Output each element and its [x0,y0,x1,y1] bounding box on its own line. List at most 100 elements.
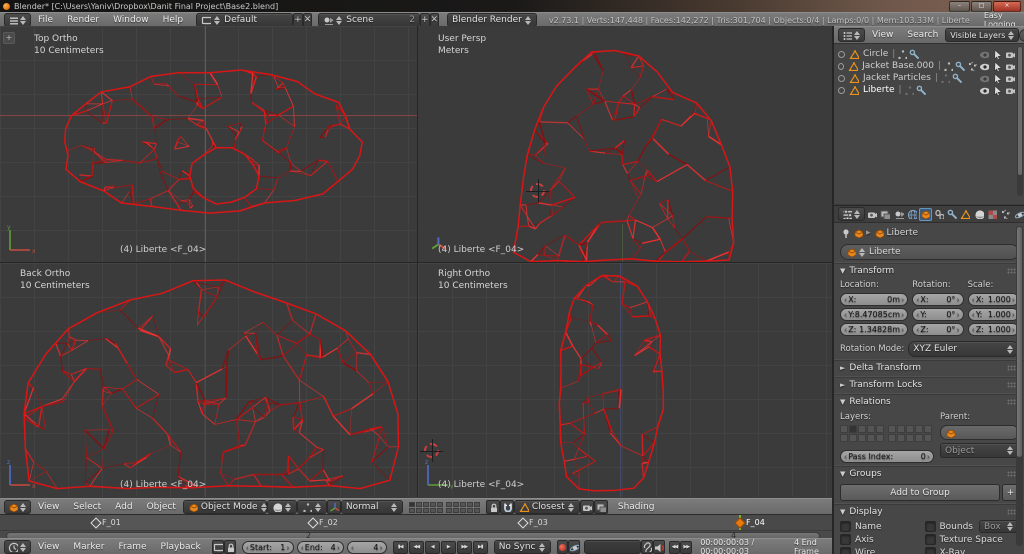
delete-scene-button[interactable]: ✕ [430,13,440,27]
outliner-item-jacket-particles[interactable]: Jacket Particles| [834,72,1024,84]
menu-window[interactable]: Window [106,15,156,25]
mode-selector[interactable]: Object Mode [183,500,267,514]
play-button[interactable]: ▶ [441,541,456,554]
tab-physics[interactable] [1013,208,1024,221]
outliner-item-jacket-base[interactable]: Jacket Base.000| [834,60,1024,72]
axis-checkbox[interactable] [840,534,851,545]
render-opengl-anim-button[interactable] [594,500,608,514]
viewport-top-ortho[interactable]: + Top Ortho 10 Centimeters xy (4) Libert… [0,26,417,262]
scale-x-field[interactable]: X:1.000 [968,293,1019,306]
outliner-filter-selector[interactable]: Visible Layers [945,28,1019,42]
panel-header-groups[interactable]: ▼Groups [834,466,1024,480]
option-name[interactable]: Name [840,520,921,533]
play-reverse-button[interactable]: ◀ [425,541,440,554]
x-ray-checkbox[interactable] [925,547,936,554]
sync-mode-selector[interactable]: No Sync [494,540,551,554]
bounds-type-selector[interactable]: Box [979,520,1019,533]
outliner-scrollbar[interactable] [1017,46,1023,196]
add-layout-button[interactable]: + [293,13,303,27]
menu-help[interactable]: Help [156,15,191,25]
visibility-eye-icon[interactable] [980,76,989,82]
menu-object[interactable]: Object [140,502,183,512]
selectability-icon[interactable] [995,74,1002,83]
tab-world[interactable] [906,208,918,221]
record-button[interactable] [557,540,568,554]
delete-layout-button[interactable]: ✕ [303,13,313,27]
cursor-3d[interactable] [424,443,439,458]
visibility-eye-icon[interactable] [980,64,989,70]
panel-header-delta-transform[interactable]: ►Delta Transform [834,360,1024,374]
step-forward-button[interactable]: ▶▶ [680,541,692,554]
expand-toggle[interactable] [838,63,844,70]
minimize-button[interactable]: – [949,1,970,12]
location-y-field[interactable]: Y:8.47085cm [840,308,908,321]
renderability-icon[interactable] [1006,89,1015,95]
panel-header-display[interactable]: ▼Display [834,504,1024,518]
renderability-icon[interactable] [1006,65,1015,71]
audio-mute-toggle[interactable] [653,540,665,554]
layer-grid-a[interactable] [409,502,443,513]
rotation-z-field[interactable]: Z:0° [912,323,963,336]
editor-type-button-3dview[interactable] [4,500,31,514]
snap-toggle[interactable] [500,500,514,514]
outliner-item-circle[interactable]: Circle| [834,48,1024,60]
jump-to-end-button[interactable]: ▶▮ [473,541,488,554]
selectability-icon[interactable] [995,50,1002,59]
menu-outliner-search[interactable]: Search [900,30,945,40]
menu-select[interactable]: Select [66,502,108,512]
current-frame-field[interactable]: 4 [347,541,387,554]
tab-texture[interactable] [986,208,998,221]
relations-layer-grid-b[interactable] [888,425,932,442]
option-bounds[interactable]: Bounds Box [925,520,1020,533]
add-to-group-button[interactable]: Add to Group [840,484,1000,501]
menu-view[interactable]: View [31,502,66,512]
tab-constraints[interactable] [933,208,945,221]
wire-checkbox[interactable] [840,547,851,554]
location-x-field[interactable]: X:0m [840,293,908,306]
end-frame-field[interactable]: End:4 [297,541,344,554]
tab-object-data[interactable] [959,208,971,221]
panel-header-transform-locks[interactable]: ►Transform Locks [834,377,1024,391]
tab-modifiers[interactable] [946,208,958,221]
render-opengl-still-button[interactable] [580,500,594,514]
cursor-3d[interactable] [530,183,545,198]
properties-scrollbar[interactable] [1016,226,1023,546]
lock-to-scene-toggle[interactable] [486,500,500,514]
option-wire[interactable]: Wire [840,546,921,554]
region-expand-button[interactable]: + [3,32,15,44]
marker-f03-diamond[interactable] [517,517,528,528]
parent-type-selector[interactable]: Object [940,443,1019,458]
renderability-icon[interactable] [1006,77,1015,83]
editor-type-button-properties[interactable] [838,207,865,221]
expand-toggle[interactable] [838,87,845,94]
menu-tl-frame[interactable]: Frame [111,542,153,552]
viewport-shading-selector[interactable] [267,500,297,514]
next-keyframe-button[interactable]: ▶▶ [457,541,472,554]
location-z-field[interactable]: Z:1.34828m [840,323,908,336]
option-axis[interactable]: Axis [840,533,921,546]
rotation-x-field[interactable]: X:0° [912,293,963,306]
tab-scene[interactable] [893,208,905,221]
menu-tl-view[interactable]: View [31,542,66,552]
lock-range-toggle[interactable] [224,540,236,554]
tab-material[interactable] [973,208,985,221]
scene-selector[interactable]: Scene 2 [318,13,420,27]
pass-index-field[interactable]: Pass Index:0 [840,450,934,463]
selectability-icon[interactable] [995,86,1002,95]
name-checkbox[interactable] [840,521,851,532]
preview-range-toggle[interactable] [212,540,224,554]
selectability-icon[interactable] [995,62,1002,71]
visibility-eye-icon[interactable] [980,52,989,58]
viewport-right-ortho[interactable]: Right Ortho 10 Centimeters yz (4) Libert… [418,263,832,497]
manipulator-toggle[interactable] [327,500,341,514]
layer-grid-b[interactable] [446,502,480,513]
marker-f02-diamond[interactable] [307,517,318,528]
render-engine-selector[interactable]: Blender Render [447,13,537,27]
editor-type-button-info[interactable] [4,13,31,27]
pin-icon[interactable] [843,229,848,238]
rotation-mode-selector[interactable]: XYZ Euler [908,341,1019,357]
viewport-divider-horizontal[interactable] [0,262,832,263]
start-frame-field[interactable]: Start:1 [242,541,294,554]
menu-outliner-view[interactable]: View [865,30,900,40]
menu-file[interactable]: File [31,15,60,25]
